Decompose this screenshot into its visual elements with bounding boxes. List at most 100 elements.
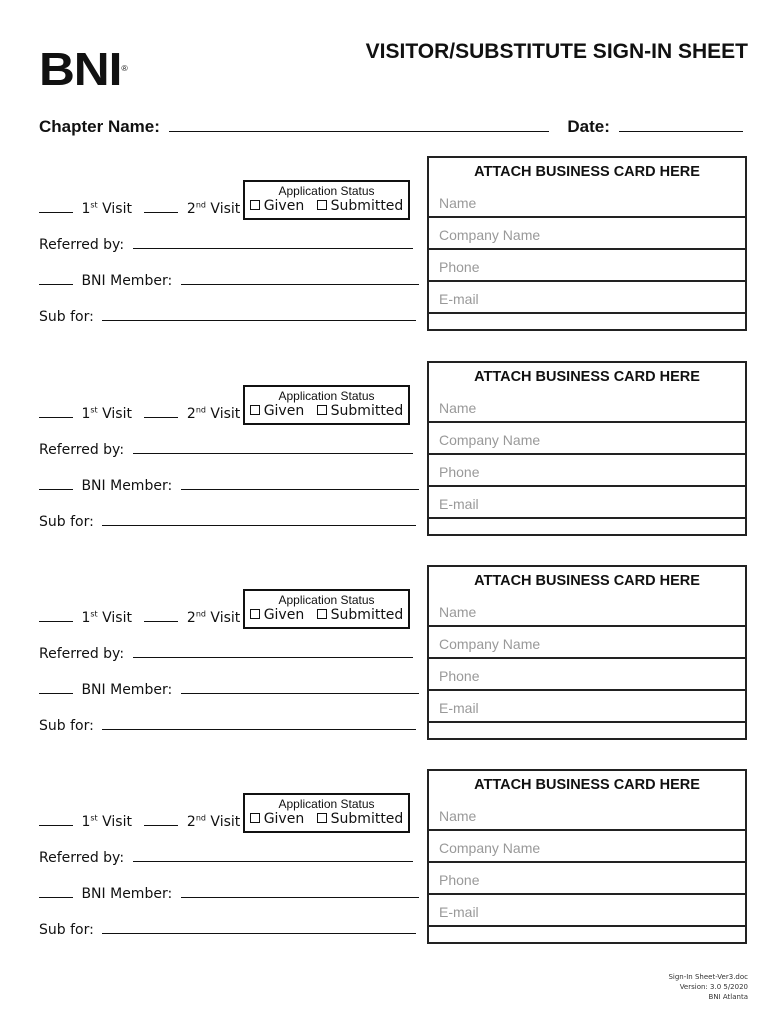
card-email-field[interactable]: E-mail [429, 487, 745, 519]
page-title: VISITOR/SUBSTITUTE SIGN-IN SHEET [365, 40, 748, 63]
card-email-field[interactable]: E-mail [429, 691, 745, 723]
first-visit-label: 1st Visit [81, 200, 132, 217]
chapter-row: Chapter Name: Date: [39, 117, 744, 137]
bni-member-blank[interactable] [39, 477, 73, 490]
business-card-area[interactable]: ATTACH BUSINESS CARD HERE Name Company N… [427, 361, 747, 536]
card-name-field[interactable]: Name [429, 391, 745, 423]
sub-for-row: Sub for: [39, 513, 417, 530]
card-phone-field[interactable]: Phone [429, 863, 745, 895]
checkbox-icon [316, 405, 327, 415]
card-company-field[interactable]: Company Name [429, 831, 745, 863]
card-name-field[interactable]: Name [429, 186, 745, 218]
bni-member-field[interactable] [180, 272, 419, 285]
checkbox-icon [249, 200, 260, 210]
referred-by-field[interactable] [132, 849, 413, 862]
footer-filename: Sign-In Sheet-Ver3.doc [668, 973, 748, 981]
visit-row: 1st Visit 2nd Visit [39, 609, 240, 626]
card-name-field[interactable]: Name [429, 595, 745, 627]
chapter-name-field[interactable] [168, 117, 549, 132]
application-status-label: Application Status [278, 184, 375, 198]
bni-member-row: BNI Member: [39, 477, 419, 494]
application-status-label: Application Status [278, 389, 375, 403]
business-card-area[interactable]: ATTACH BUSINESS CARD HERE Name Company N… [427, 565, 747, 740]
registered-mark: ® [121, 64, 128, 73]
sub-for-row: Sub for: [39, 308, 417, 325]
second-visit-label: 2nd Visit [186, 200, 241, 217]
first-visit-blank[interactable] [39, 813, 73, 826]
checkbox-icon [249, 609, 260, 619]
chapter-name-label: Chapter Name: [39, 117, 160, 136]
checkbox-icon [316, 813, 327, 823]
application-status-box: Application Status Given Submitted [243, 793, 410, 833]
bni-member-blank[interactable] [39, 681, 73, 694]
date-field[interactable] [618, 117, 743, 132]
card-email-field[interactable]: E-mail [429, 282, 745, 314]
sub-for-field[interactable] [102, 921, 417, 934]
bni-member-blank[interactable] [39, 885, 73, 898]
business-card-title: ATTACH BUSINESS CARD HERE [474, 777, 700, 793]
card-phone-field[interactable]: Phone [429, 250, 745, 282]
bni-member-label: BNI Member: [81, 682, 173, 698]
submitted-checkbox[interactable]: Submitted [316, 811, 403, 827]
bni-member-row: BNI Member: [39, 272, 419, 289]
given-checkbox[interactable]: Given [249, 403, 304, 419]
business-card-area[interactable]: ATTACH BUSINESS CARD HERE Name Company N… [427, 156, 747, 331]
footer-version: Version: 3.0 5/2020 [679, 983, 748, 991]
checkbox-icon [316, 200, 327, 210]
card-name-field[interactable]: Name [429, 799, 745, 831]
referred-by-row: Referred by: [39, 441, 413, 458]
sub-for-row: Sub for: [39, 717, 417, 734]
first-visit-label: 1st Visit [81, 405, 132, 422]
card-company-field[interactable]: Company Name [429, 423, 745, 455]
visitor-entry: 1st Visit 2nd Visit Application Status G… [0, 361, 770, 561]
visit-row: 1st Visit 2nd Visit [39, 200, 240, 217]
given-checkbox[interactable]: Given [249, 811, 304, 827]
second-visit-label: 2nd Visit [186, 609, 241, 626]
sub-for-label: Sub for: [39, 309, 94, 325]
referred-by-field[interactable] [132, 441, 413, 454]
referred-by-row: Referred by: [39, 849, 413, 866]
submitted-checkbox[interactable]: Submitted [316, 607, 403, 623]
card-phone-field[interactable]: Phone [429, 455, 745, 487]
card-phone-field[interactable]: Phone [429, 659, 745, 691]
business-card-title: ATTACH BUSINESS CARD HERE [474, 573, 700, 589]
business-card-area[interactable]: ATTACH BUSINESS CARD HERE Name Company N… [427, 769, 747, 944]
business-card-title: ATTACH BUSINESS CARD HERE [474, 369, 700, 385]
given-checkbox[interactable]: Given [249, 198, 304, 214]
application-status-label: Application Status [278, 797, 375, 811]
second-visit-blank[interactable] [144, 813, 179, 826]
application-status-box: Application Status Given Submitted [243, 589, 410, 629]
first-visit-blank[interactable] [39, 200, 73, 213]
first-visit-blank[interactable] [39, 609, 73, 622]
application-status-label: Application Status [278, 593, 375, 607]
sub-for-field[interactable] [102, 717, 417, 730]
bni-member-field[interactable] [180, 477, 419, 490]
submitted-checkbox[interactable]: Submitted [316, 403, 403, 419]
second-visit-label: 2nd Visit [186, 405, 241, 422]
card-email-field[interactable]: E-mail [429, 895, 745, 927]
sub-for-label: Sub for: [39, 718, 94, 734]
visit-row: 1st Visit 2nd Visit [39, 405, 240, 422]
checkbox-icon [249, 405, 260, 415]
given-checkbox[interactable]: Given [249, 607, 304, 623]
referred-by-label: Referred by: [39, 442, 125, 458]
referred-by-label: Referred by: [39, 850, 125, 866]
visitor-entry: 1st Visit 2nd Visit Application Status G… [0, 565, 770, 765]
second-visit-label: 2nd Visit [186, 813, 241, 830]
sub-for-field[interactable] [102, 308, 417, 321]
referred-by-field[interactable] [132, 236, 413, 249]
first-visit-blank[interactable] [39, 405, 73, 418]
second-visit-blank[interactable] [144, 405, 179, 418]
card-company-field[interactable]: Company Name [429, 218, 745, 250]
bni-member-blank[interactable] [39, 272, 73, 285]
second-visit-blank[interactable] [144, 200, 179, 213]
bni-member-field[interactable] [180, 681, 419, 694]
submitted-checkbox[interactable]: Submitted [316, 198, 403, 214]
application-status-box: Application Status Given Submitted [243, 180, 410, 220]
bni-member-row: BNI Member: [39, 681, 419, 698]
sub-for-field[interactable] [102, 513, 417, 526]
bni-member-field[interactable] [180, 885, 419, 898]
second-visit-blank[interactable] [144, 609, 179, 622]
referred-by-field[interactable] [132, 645, 413, 658]
card-company-field[interactable]: Company Name [429, 627, 745, 659]
